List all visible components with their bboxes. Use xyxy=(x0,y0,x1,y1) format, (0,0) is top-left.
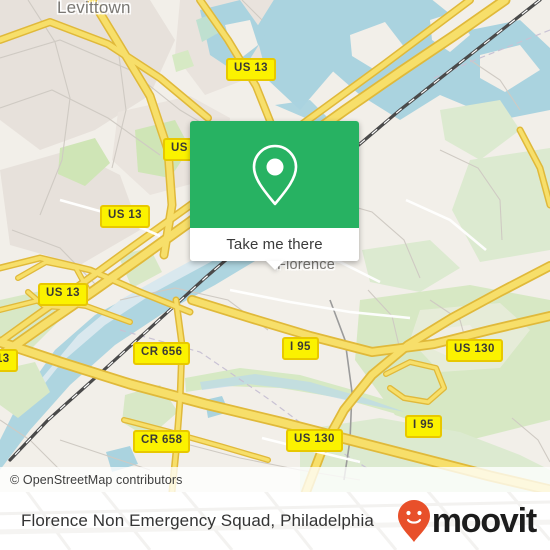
road-shield-cr-656[interactable]: CR 656 xyxy=(133,342,191,365)
take-me-there-label: Take me there xyxy=(226,236,323,253)
location-info-card[interactable]: Take me there xyxy=(190,121,359,270)
road-shield-i-95-mid[interactable]: I 95 xyxy=(282,337,319,360)
moovit-location-screenshot: Levittown Florence US 13 US US 13 US 13 … xyxy=(0,0,550,550)
moovit-smiley-pin-icon xyxy=(397,500,430,542)
page-title: Florence Non Emergency Squad, Philadelph… xyxy=(21,511,374,530)
map-pin-icon xyxy=(252,144,297,205)
moovit-logo[interactable]: moovit xyxy=(397,499,550,543)
road-shield-i-95-south[interactable]: I 95 xyxy=(405,415,442,438)
road-shield-us-130-south[interactable]: US 130 xyxy=(286,429,343,452)
road-shield-us-130-east[interactable]: US 130 xyxy=(446,339,503,362)
road-shield-cr-658[interactable]: CR 658 xyxy=(133,430,191,453)
take-me-there-button[interactable]: Take me there xyxy=(190,228,359,270)
road-shield-13-edge[interactable]: 13 xyxy=(0,349,18,372)
road-shield-us-13-west[interactable]: US 13 xyxy=(38,283,88,306)
card-pointer-tail xyxy=(265,261,284,270)
footer-bar: Florence Non Emergency Squad, Philadelph… xyxy=(0,492,550,550)
road-shield-us-13-north[interactable]: US 13 xyxy=(226,58,276,81)
moovit-wordmark: moovit xyxy=(431,502,537,540)
map-attribution-bar: © OpenStreetMap contributors xyxy=(0,467,550,492)
attribution-text[interactable]: © OpenStreetMap contributors xyxy=(0,473,183,487)
road-shield-us-13-mid[interactable]: US 13 xyxy=(100,205,150,228)
card-pin-area xyxy=(190,121,359,228)
